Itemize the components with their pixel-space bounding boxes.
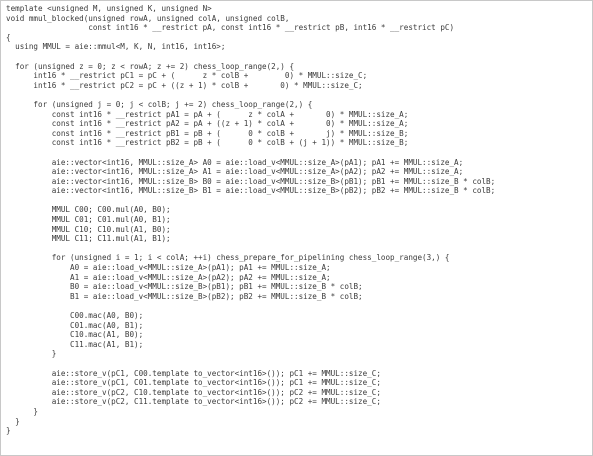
code-line: A1 = aie::load_v<MMUL::size_A>(pA2); pA2… — [6, 272, 331, 282]
code-line: { — [6, 32, 11, 42]
code-line: void mmul_blocked(unsigned rowA, unsigne… — [6, 13, 290, 23]
code-line: aie::store_v(pC2, C10.template to_vector… — [6, 387, 381, 397]
code-line: const int16 * __restrict pA1 = pA + ( z … — [6, 109, 409, 119]
code-line: } — [6, 426, 11, 436]
code-line: aie::store_v(pC1, C00.template to_vector… — [6, 368, 381, 378]
code-line: MMUL C01; C01.mul(A0, B1); — [6, 215, 171, 225]
code-line: aie::store_v(pC2, C11.template to_vector… — [6, 397, 381, 407]
code-line: int16 * __restrict pC2 = pC + ((z + 1) *… — [6, 80, 363, 90]
code-line: aie::store_v(pC1, C01.template to_vector… — [6, 378, 381, 388]
code-line: } — [6, 416, 20, 426]
code-line: const int16 * __restrict pA2 = pA + ((z … — [6, 119, 409, 129]
code-line: template <unsigned M, unsigned K, unsign… — [6, 4, 212, 13]
code-line: MMUL C11; C11.mul(A1, B1); — [6, 234, 171, 244]
code-line: aie::vector<int16, MMUL::size_A> A0 = ai… — [6, 157, 464, 167]
code-line: } — [6, 406, 39, 416]
code-line: B0 = aie::load_v<MMUL::size_B>(pB1); pB1… — [6, 282, 363, 292]
code-line: for (unsigned i = 1; i < colA; ++i) ches… — [6, 253, 450, 263]
code-panel: template <unsigned M, unsigned K, unsign… — [0, 0, 593, 456]
code-line: C10.mac(A1, B0); — [6, 330, 144, 340]
code-line: B1 = aie::load_v<MMUL::size_B>(pB2); pB2… — [6, 291, 363, 301]
code-line: for (unsigned z = 0; z < rowA; z += 2) c… — [6, 61, 295, 71]
code-line: const int16 * __restrict pB2 = pB + ( 0 … — [6, 138, 409, 148]
code-line: MMUL C00; C00.mul(A0, B0); — [6, 205, 171, 215]
code-line: } — [6, 349, 57, 359]
code-line: C01.mac(A0, B1); — [6, 320, 144, 330]
code-line: C00.mac(A0, B0); — [6, 311, 144, 320]
code-line: aie::vector<int16, MMUL::size_B> B1 = ai… — [6, 186, 496, 196]
code-block: template <unsigned M, unsigned K, unsign… — [6, 4, 495, 436]
code-line: for (unsigned j = 0; j < colB; j += 2) c… — [6, 99, 313, 109]
code-line: using MMUL = aie::mmul<M, K, N, int16, i… — [6, 42, 226, 52]
code-line: int16 * __restrict pC1 = pC + ( z * colB… — [6, 71, 368, 81]
code-line: MMUL C10; C10.mul(A1, B0); — [6, 224, 171, 234]
code-line: aie::vector<int16, MMUL::size_A> A1 = ai… — [6, 167, 464, 177]
code-line: const int16 * __restrict pB1 = pB + ( 0 … — [6, 128, 409, 138]
code-line: A0 = aie::load_v<MMUL::size_A>(pA1); pA1… — [6, 263, 331, 273]
code-line: aie::vector<int16, MMUL::size_B> B0 = ai… — [6, 176, 496, 186]
code-line: const int16 * __restrict pA, const int16… — [6, 23, 455, 33]
code-line: C11.mac(A1, B1); — [6, 339, 144, 349]
